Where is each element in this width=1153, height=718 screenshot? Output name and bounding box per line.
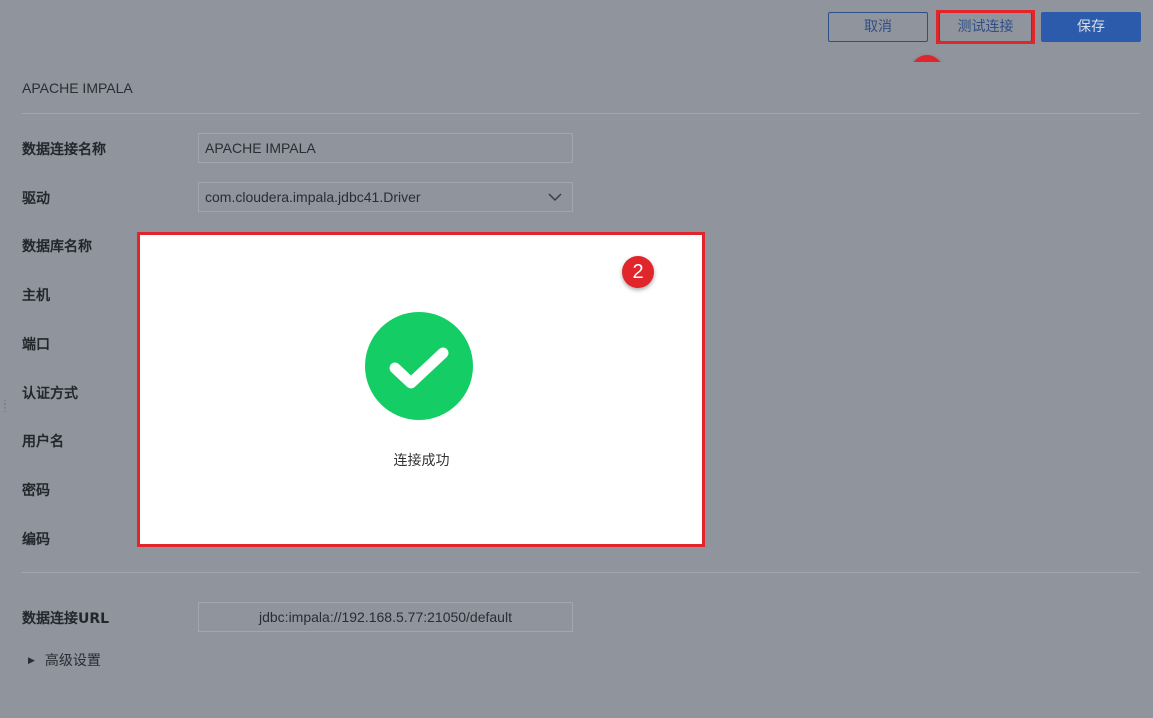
advanced-settings-toggle[interactable]: ▶ 高级设置 <box>28 650 101 670</box>
password-label: 密码 <box>22 483 50 499</box>
url-label: 数据连接URL <box>22 611 110 627</box>
dialog-highlight <box>137 232 705 547</box>
host-label: 主机 <box>22 288 50 304</box>
url-input[interactable]: jdbc:impala://192.168.5.77:21050/default <box>198 602 573 632</box>
save-button[interactable]: 保存 <box>1041 12 1141 42</box>
step-badge-2: 2 <box>622 256 654 288</box>
caret-right-icon: ▶ <box>28 656 35 666</box>
port-label: 端口 <box>22 337 50 353</box>
auth-method-label: 认证方式 <box>22 386 78 402</box>
connection-name-label: 数据连接名称 <box>22 142 106 158</box>
connection-name-input[interactable]: APACHE IMPALA <box>198 133 573 163</box>
driver-select[interactable]: com.cloudera.impala.jdbc41.Driver <box>198 182 573 212</box>
driver-select-value: com.cloudera.impala.jdbc41.Driver <box>205 189 421 205</box>
username-label: 用户名 <box>22 434 64 450</box>
panel-title: APACHE IMPALA <box>22 80 133 96</box>
database-name-label: 数据库名称 <box>22 239 92 255</box>
chevron-down-icon <box>548 183 562 221</box>
driver-label: 驱动 <box>22 191 50 207</box>
test-button-highlight <box>936 10 1035 44</box>
cancel-button[interactable]: 取消 <box>828 12 928 42</box>
encoding-label: 编码 <box>22 532 50 548</box>
resize-handle-icon[interactable]: ⋮ ⋮ <box>0 400 10 417</box>
title-divider <box>22 113 1140 114</box>
section-divider <box>22 572 1140 573</box>
advanced-settings-label: 高级设置 <box>44 653 101 669</box>
